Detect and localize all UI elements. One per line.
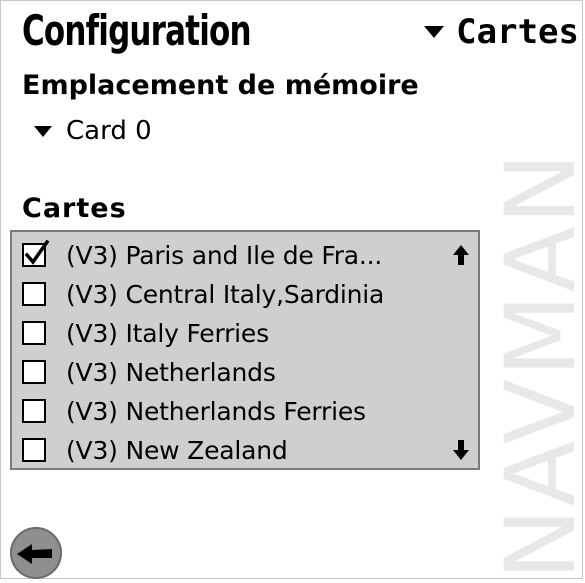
map-label[interactable]: (V3) Netherlands [66,358,276,387]
list-item[interactable]: (V3) Italy Ferries [12,313,478,353]
list-item[interactable]: (V3) New Zealand [12,430,478,470]
navman-watermark: NAVMAN [496,94,585,580]
map-checkbox[interactable] [22,360,46,384]
arrow-left-icon [17,544,52,564]
memory-card-dropdown[interactable]: Card 0 [34,116,152,146]
triangle-down-icon [424,26,445,38]
maps-section-label: Cartes [22,193,127,224]
page-title: Configuration [22,6,252,55]
arrow-down-icon[interactable] [452,439,470,461]
back-button[interactable] [10,527,62,579]
memory-card-value: Card 0 [66,116,152,146]
list-item[interactable]: (V3) Netherlands [12,352,478,392]
map-checkbox[interactable] [22,438,46,462]
arrow-up-icon[interactable] [452,244,470,266]
list-item[interactable]: (V3) Central Italy,Sardinia [12,274,478,314]
triangle-down-icon [34,125,52,137]
memory-location-label: Emplacement de mémoire [22,70,419,101]
map-label[interactable]: (V3) Paris and Ile de Fra... [66,241,382,270]
list-item[interactable]: (V3) Paris and Ile de Fra... [12,235,478,275]
map-checkbox[interactable] [22,321,46,345]
map-checkbox[interactable] [22,399,46,423]
list-item[interactable]: (V3) Netherlands Ferries [12,391,478,431]
navman-logo-text: NAVMAN [496,150,585,580]
map-label[interactable]: (V3) Netherlands Ferries [66,397,366,426]
maps-list[interactable]: (V3) Paris and Ile de Fra... (V3) Centra… [10,230,480,470]
map-checkbox[interactable] [22,282,46,306]
map-checkbox[interactable] [22,239,50,267]
map-label[interactable]: (V3) Central Italy,Sardinia [66,280,384,309]
map-label[interactable]: (V3) New Zealand [66,436,288,465]
category-dropdown-value: Cartes [456,12,579,52]
map-label[interactable]: (V3) Italy Ferries [66,319,269,348]
category-dropdown[interactable]: Cartes [424,12,579,52]
checkmark-icon [24,239,50,265]
